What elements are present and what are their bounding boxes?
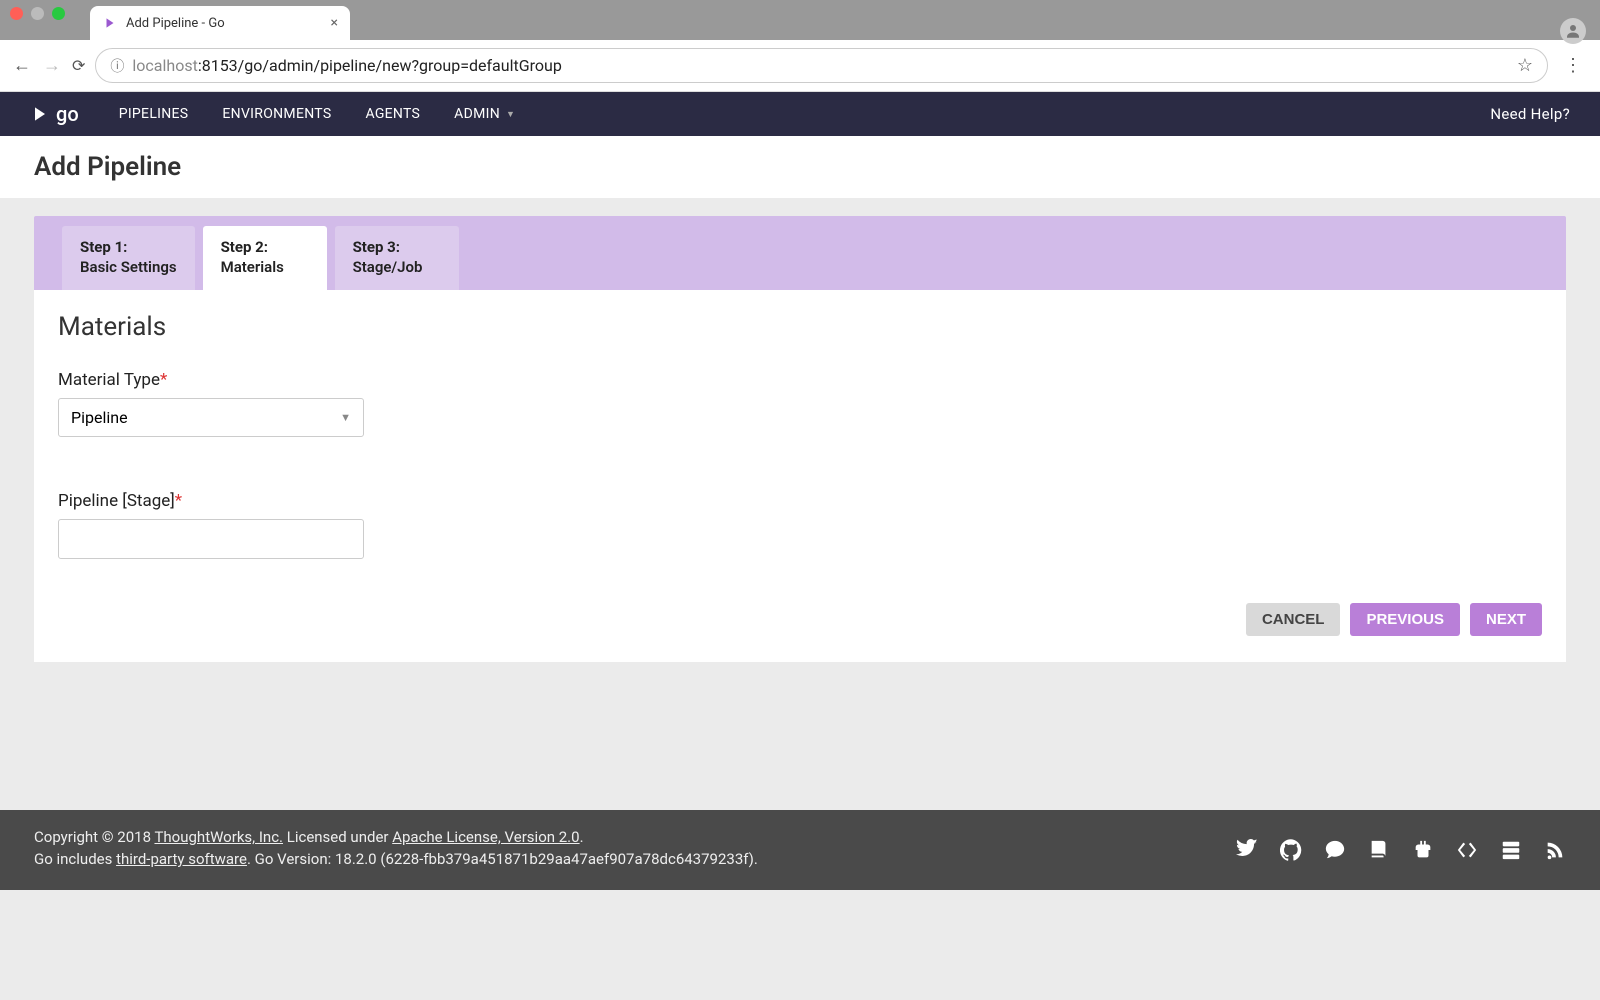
api-icon[interactable] xyxy=(1456,839,1478,861)
footer-company-link[interactable]: ThoughtWorks, Inc. xyxy=(154,828,283,846)
nav-pipelines[interactable]: PIPELINES xyxy=(119,106,189,122)
tab-close-icon[interactable]: × xyxy=(331,15,338,31)
nav-agents[interactable]: AGENTS xyxy=(365,106,420,122)
wizard-tab-materials[interactable]: Step 2: Materials xyxy=(203,226,327,290)
browser-tab[interactable]: Add Pipeline - Go × xyxy=(90,6,350,40)
go-logo[interactable]: go xyxy=(30,102,79,126)
github-icon[interactable] xyxy=(1280,839,1302,861)
nav-admin-label: ADMIN xyxy=(454,106,500,122)
address-bar[interactable]: ⓘ localhost:8153/go/admin/pipeline/new?g… xyxy=(95,48,1548,83)
rss-icon[interactable] xyxy=(1544,839,1566,861)
chevron-down-icon: ▼ xyxy=(506,109,515,120)
next-button[interactable]: NEXT xyxy=(1470,603,1542,636)
previous-button[interactable]: PREVIOUS xyxy=(1350,603,1460,636)
wizard-tab-step-label: Basic Settings xyxy=(80,258,177,276)
footer-line-1: Copyright © 2018 ThoughtWorks, Inc. Lice… xyxy=(34,828,758,846)
pipeline-stage-label: Pipeline [Stage]* xyxy=(58,491,1542,511)
wizard-tab-stage-job[interactable]: Step 3: Stage/Job xyxy=(335,226,459,290)
go-favicon-icon xyxy=(102,15,118,31)
wizard-tab-step-num: Step 1: xyxy=(80,238,177,256)
bookmark-star-icon[interactable]: ☆ xyxy=(1517,55,1533,76)
label-text: Material Type xyxy=(58,370,160,390)
forward-button[interactable]: → xyxy=(42,55,62,76)
nav-admin[interactable]: ADMIN ▼ xyxy=(454,106,515,122)
back-button[interactable]: ← xyxy=(12,55,32,76)
wizard-tab-step-num: Step 3: xyxy=(353,238,441,256)
window-maximize-dot[interactable] xyxy=(52,7,65,20)
site-info-icon[interactable]: ⓘ xyxy=(110,56,124,76)
required-marker: * xyxy=(175,491,182,511)
cancel-button[interactable]: CANCEL xyxy=(1246,603,1341,636)
footer-license-link[interactable]: Apache License, Version 2.0 xyxy=(392,828,579,846)
section-heading: Materials xyxy=(58,312,1542,342)
wizard-tab-step-label: Materials xyxy=(221,258,309,276)
select-value: Pipeline xyxy=(71,408,128,427)
profile-avatar-icon[interactable] xyxy=(1560,18,1586,44)
browser-tab-title: Add Pipeline - Go xyxy=(126,16,323,31)
url-text: localhost:8153/go/admin/pipeline/new?gro… xyxy=(132,56,561,75)
material-type-label: Material Type* xyxy=(58,370,1542,390)
app-footer: Copyright © 2018 ThoughtWorks, Inc. Lice… xyxy=(0,810,1600,890)
window-minimize-dot[interactable] xyxy=(31,7,44,20)
wizard-tab-step-label: Stage/Job xyxy=(353,258,441,276)
url-host: localhost xyxy=(132,56,197,75)
twitter-icon[interactable] xyxy=(1236,839,1258,861)
material-type-select[interactable]: Pipeline ▼ xyxy=(58,398,364,437)
required-marker: * xyxy=(160,370,167,390)
wizard-tab-basic-settings[interactable]: Step 1: Basic Settings xyxy=(62,226,195,290)
browser-tab-bar: Add Pipeline - Go × xyxy=(0,0,1600,40)
chevron-down-icon: ▼ xyxy=(340,411,351,424)
browser-toolbar: ← → ⟳ ⓘ localhost:8153/go/admin/pipeline… xyxy=(0,40,1600,92)
label-text: Pipeline [Stage] xyxy=(58,491,175,511)
browser-menu-button[interactable]: ⋮ xyxy=(1558,55,1588,76)
nav-need-help[interactable]: Need Help? xyxy=(1490,105,1570,123)
footer-line-2: Go includes third-party software. Go Ver… xyxy=(34,850,758,868)
reload-button[interactable]: ⟳ xyxy=(72,56,85,75)
url-path: :8153/go/admin/pipeline/new?group=defaul… xyxy=(198,56,562,75)
app-nav: go PIPELINES ENVIRONMENTS AGENTS ADMIN ▼… xyxy=(0,92,1600,136)
page-title: Add Pipeline xyxy=(34,152,1566,182)
logo-text: go xyxy=(56,102,79,126)
wizard-tabs: Step 1: Basic Settings Step 2: Materials… xyxy=(34,216,1566,290)
plugin-icon[interactable] xyxy=(1412,839,1434,861)
footer-thirdparty-link[interactable]: third-party software xyxy=(116,850,247,868)
book-icon[interactable] xyxy=(1368,839,1390,861)
wizard-tab-step-num: Step 2: xyxy=(221,238,309,256)
window-close-dot[interactable] xyxy=(10,7,23,20)
pipeline-stage-input[interactable] xyxy=(58,519,364,559)
chat-icon[interactable] xyxy=(1324,839,1346,861)
server-icon[interactable] xyxy=(1500,839,1522,861)
nav-environments[interactable]: ENVIRONMENTS xyxy=(222,106,331,122)
